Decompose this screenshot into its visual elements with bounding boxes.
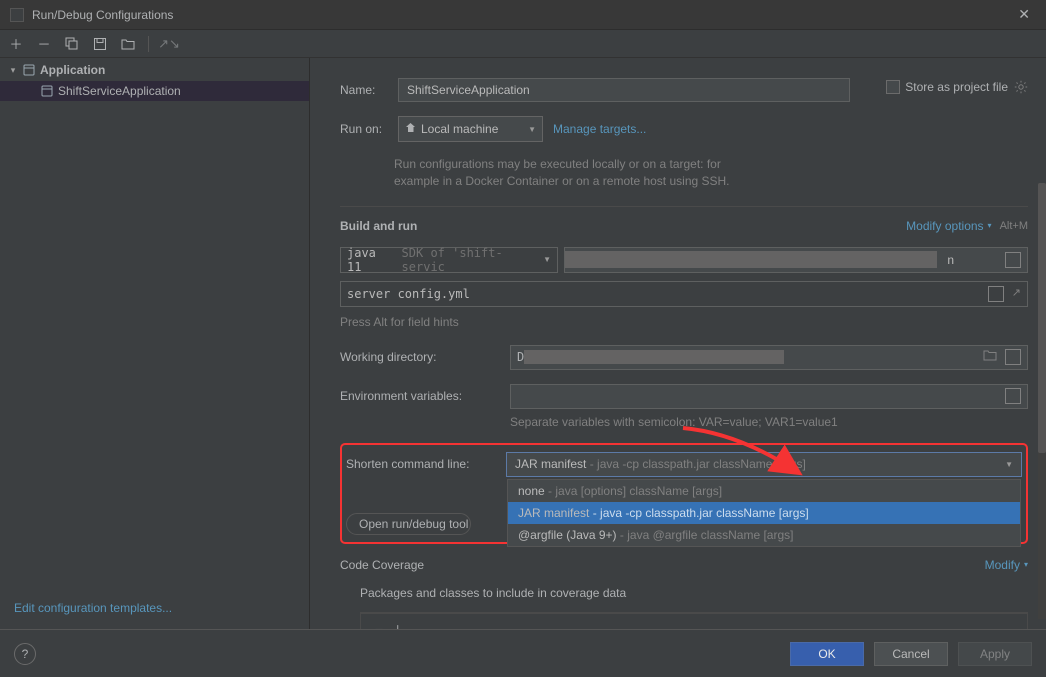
insert-icon[interactable]: [1005, 349, 1021, 365]
apply-button[interactable]: Apply: [958, 642, 1032, 666]
application-icon: [22, 63, 36, 77]
chevron-down-icon: ▼: [543, 255, 551, 264]
build-run-title: Build and run: [340, 219, 417, 233]
open-tool-pill[interactable]: Open run/debug tool w: [346, 513, 471, 535]
store-as-project-label: Store as project file: [905, 80, 1008, 94]
insert-icon[interactable]: [988, 286, 1004, 302]
name-field[interactable]: [398, 78, 850, 102]
ok-button[interactable]: OK: [790, 642, 864, 666]
working-dir-label: Working directory:: [340, 350, 500, 364]
dialog-title: Run/Debug Configurations: [32, 8, 173, 22]
help-icon[interactable]: ?: [14, 643, 36, 665]
modify-options-link[interactable]: Modify options ▾: [906, 219, 991, 233]
chevron-down-icon: ▼: [1005, 460, 1013, 469]
scrollbar[interactable]: [1038, 183, 1046, 619]
run-on-label: Run on:: [340, 122, 388, 136]
shorten-cmd-select[interactable]: JAR manifest - java -cp classpath.jar cl…: [506, 452, 1022, 477]
run-on-help-text: Run configurations may be executed local…: [394, 156, 734, 190]
manage-targets-link[interactable]: Manage targets...: [553, 122, 646, 136]
config-tree: ▾ Application ShiftServiceApplication Ed…: [0, 58, 310, 629]
toolbar-separator: [148, 36, 149, 52]
env-vars-label: Environment variables:: [340, 389, 500, 403]
tree-item[interactable]: ShiftServiceApplication: [0, 81, 309, 101]
add-icon[interactable]: ＋: [391, 620, 404, 629]
add-icon[interactable]: ＋: [8, 36, 24, 52]
code-coverage-title: Code Coverage: [340, 558, 424, 572]
shorten-cmd-label: Shorten command line:: [346, 457, 496, 471]
application-icon: [40, 84, 54, 98]
shortcut-label: Alt+M: [1000, 220, 1028, 232]
working-dir-field[interactable]: D: [510, 345, 1028, 370]
field-hints-label: Press Alt for field hints: [340, 315, 1028, 329]
dropdown-option-none[interactable]: none - java [options] className [args]: [508, 480, 1020, 502]
remove-icon[interactable]: －: [36, 36, 52, 52]
titlebar: Run/Debug Configurations ✕: [0, 0, 1046, 30]
highlighted-section: Shorten command line: JAR manifest - jav…: [340, 443, 1028, 544]
store-as-project-checkbox[interactable]: Store as project file: [886, 80, 1008, 94]
folder-icon[interactable]: [120, 36, 136, 52]
edit-templates-link[interactable]: Edit configuration templates...: [14, 601, 172, 615]
coverage-subtitle: Packages and classes to include in cover…: [340, 586, 1028, 600]
tree-root-label: Application: [40, 63, 105, 77]
tree-root-application[interactable]: ▾ Application: [0, 60, 309, 80]
gear-icon[interactable]: [1014, 80, 1028, 94]
save-icon[interactable]: [92, 36, 108, 52]
home-icon: [405, 122, 416, 136]
folder-icon[interactable]: [983, 349, 997, 365]
run-on-value: Local machine: [421, 122, 498, 136]
expand-icon[interactable]: ↗↘: [161, 36, 177, 52]
scrollbar-thumb[interactable]: [1038, 183, 1046, 453]
content-panel: Store as project file Name: Run on:: [310, 58, 1046, 629]
chevron-down-icon: ▾: [1024, 560, 1028, 569]
cancel-button[interactable]: Cancel: [874, 642, 948, 666]
close-icon[interactable]: ✕: [1012, 4, 1036, 25]
dropdown-option-argfile[interactable]: @argfile (Java 9+) - java @argfile class…: [508, 524, 1020, 546]
program-args-field[interactable]: server config.yml ↗: [340, 281, 1028, 307]
app-icon: [10, 8, 24, 22]
chevron-down-icon[interactable]: ▾: [8, 65, 18, 76]
main-class-field[interactable]: n: [564, 247, 1028, 273]
checkbox-icon: [886, 80, 900, 94]
browse-icon[interactable]: [1005, 252, 1021, 268]
name-label: Name:: [340, 83, 388, 97]
coverage-toolbar: − ＋: [361, 613, 1027, 629]
dialog-footer: ? OK Cancel Apply: [0, 629, 1046, 677]
browse-icon[interactable]: [1005, 388, 1021, 404]
redacted-content: [565, 251, 937, 268]
shorten-cmd-dropdown: none - java [options] className [args] J…: [507, 479, 1021, 547]
expand-icon[interactable]: ↗: [1012, 286, 1021, 302]
dialog-root: Run/Debug Configurations ✕ ＋ － ↗↘ ▾ Appl…: [0, 0, 1046, 677]
chevron-down-icon: ▼: [528, 125, 536, 134]
run-on-select[interactable]: Local machine ▼: [398, 116, 543, 142]
env-vars-field[interactable]: [510, 384, 1028, 409]
coverage-modify-link[interactable]: Modify ▾: [985, 558, 1028, 572]
dropdown-option-jar-manifest[interactable]: JAR manifest - java -cp classpath.jar cl…: [508, 502, 1020, 524]
tree-item-label: ShiftServiceApplication: [58, 84, 181, 98]
chevron-down-icon: ▾: [988, 221, 992, 230]
remove-icon[interactable]: −: [375, 621, 383, 629]
config-toolbar: ＋ － ↗↘: [0, 30, 1046, 58]
jdk-select[interactable]: java 11 SDK of 'shift-servic ▼: [340, 247, 558, 273]
copy-icon[interactable]: [64, 36, 80, 52]
env-vars-hint: Separate variables with semicolon: VAR=v…: [510, 415, 1028, 429]
